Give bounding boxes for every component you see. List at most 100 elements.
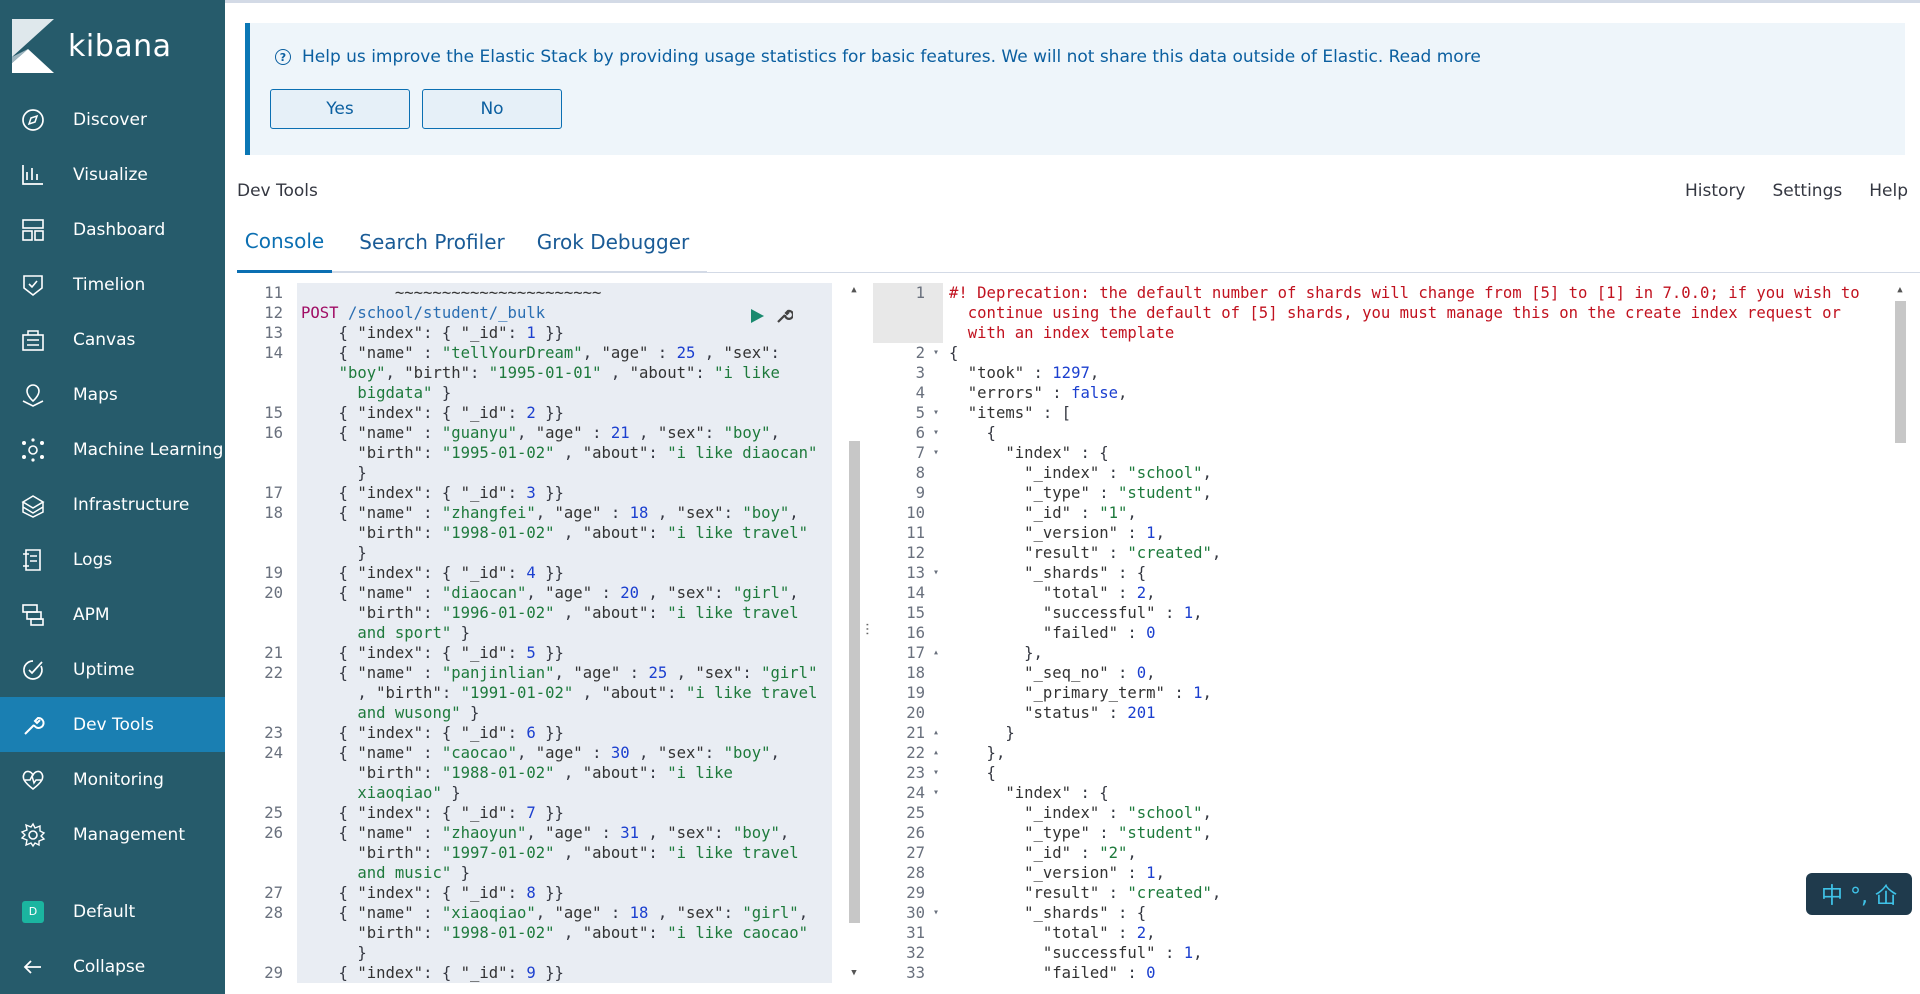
line-number: 19	[264, 564, 283, 582]
main-navigation: Discover Visualize Dashboard Timelion Canvas…	[0, 92, 225, 862]
yes-button[interactable]: Yes	[270, 89, 410, 129]
sidebar-item-apm[interactable]: APM	[0, 587, 225, 642]
scroll-up-icon[interactable]: ▲	[1893, 283, 1907, 297]
line-number: 25	[906, 804, 925, 822]
code-line: "birth": "1998-01-02" , "about": "i like…	[357, 524, 809, 542]
sidebar-item-discover[interactable]: Discover	[0, 92, 225, 147]
response-scroll-thumb[interactable]	[1895, 301, 1906, 443]
gutter-line: 14	[237, 343, 297, 363]
response-editor: 1 2 ▾ 3 4 5 ▾ 6 ▾ 7 ▾ 8 9 10 11 12 13 ▾ 14 15 16 17 ▴ 18 19 20 21 ▴…	[873, 283, 1920, 983]
line-number: 11	[264, 284, 283, 302]
fold-toggle-icon[interactable]: ▾	[933, 563, 939, 583]
kibana-logo[interactable]: kibana	[12, 18, 172, 74]
help-link[interactable]: Help	[1869, 181, 1908, 201]
sidebar-item-dev-tools[interactable]: Dev Tools	[0, 697, 225, 752]
gutter-line	[237, 863, 297, 883]
scroll-up-icon[interactable]: ▲	[847, 283, 861, 297]
gutter-line: 17	[237, 483, 297, 503]
line-number: 3	[915, 364, 925, 382]
line-number: 33	[906, 964, 925, 982]
gutter-line: 17 ▴	[873, 643, 943, 663]
code-line: { "index": { "_id": 7 }}	[301, 804, 564, 822]
code-line: "birth": "1988-01-02" , "about": "i like	[357, 764, 733, 782]
code-line: "successful" : 1,	[1042, 604, 1203, 622]
code-line: #! Deprecation: the default number of sh…	[949, 284, 1860, 302]
fold-toggle-icon[interactable]: ▾	[933, 903, 939, 923]
collapse-button[interactable]: Collapse	[0, 939, 225, 994]
tab-console[interactable]: Console	[237, 211, 332, 273]
history-link[interactable]: History	[1685, 181, 1745, 201]
line-number: 24	[264, 744, 283, 762]
code-line: "took" : 1297,	[967, 364, 1100, 382]
sidebar-item-timelion[interactable]: Timelion	[0, 257, 225, 312]
sidebar-item-dashboard[interactable]: Dashboard	[0, 202, 225, 257]
code-line: { "name" : "tellYourDream", "age" : 25 ,…	[301, 344, 780, 362]
request-code[interactable]: ~~~~~~~~~~~~~~~~~~~~~~ POST /school/stude…	[297, 283, 832, 983]
sidebar-item-canvas[interactable]: Canvas	[0, 312, 225, 367]
tab-grok-debugger[interactable]: Grok Debugger	[529, 211, 697, 273]
gutter-line	[237, 923, 297, 943]
sidebar-item-uptime[interactable]: Uptime	[0, 642, 225, 697]
kibana-app: kibana Discover Visualize Dashboard Timelio…	[0, 0, 1920, 994]
request-scroll-thumb[interactable]	[849, 441, 860, 923]
scroll-down-icon[interactable]: ▼	[847, 966, 861, 980]
settings-link[interactable]: Settings	[1773, 181, 1843, 201]
play-icon[interactable]	[749, 308, 765, 324]
code-line: { "name" : "caocao", "age" : 30 , "sex":…	[301, 744, 780, 762]
gutter-line: 23	[237, 723, 297, 743]
tab-search-profiler[interactable]: Search Profiler	[332, 211, 532, 273]
gutter-line	[237, 603, 297, 623]
gutter-line: 11	[873, 523, 943, 543]
line-number: 12	[906, 544, 925, 562]
code-line: { "index": { "_id": 2 }}	[301, 404, 564, 422]
space-selector[interactable]: D Default	[0, 884, 225, 939]
no-button[interactable]: No	[422, 89, 562, 129]
fold-toggle-icon[interactable]: ▴	[933, 643, 939, 663]
gutter-line: 16	[237, 423, 297, 443]
code-line: { "name" : "guanyu", "age" : 21 , "sex":…	[301, 424, 780, 442]
sidebar-item-label: Canvas	[73, 329, 136, 350]
code-line: "_version" : 1,	[1024, 864, 1165, 882]
sidebar-item-label: Uptime	[73, 659, 135, 680]
fold-toggle-icon[interactable]: ▾	[933, 763, 939, 783]
line-number: 23	[906, 764, 925, 782]
page-title: Dev Tools	[237, 181, 318, 201]
line-number: 13	[264, 324, 283, 342]
gutter-line	[237, 943, 297, 963]
ime-toolbar[interactable]: 中 °, 仚	[1806, 873, 1912, 915]
fold-toggle-icon[interactable]: ▾	[933, 343, 939, 363]
fold-toggle-icon[interactable]: ▴	[933, 743, 939, 763]
sidebar-item-visualize[interactable]: Visualize	[0, 147, 225, 202]
fold-toggle-icon[interactable]: ▾	[933, 403, 939, 423]
sidebar-item-logs[interactable]: Logs	[0, 532, 225, 587]
code-line: "_type" : "student",	[1024, 484, 1212, 502]
wrench-icon	[20, 712, 46, 738]
code-line: "_seq_no" : 0,	[1024, 664, 1156, 682]
sidebar-item-label: Timelion	[73, 274, 146, 295]
wrench-icon[interactable]	[775, 307, 793, 325]
code-line: "result" : "created",	[1024, 544, 1222, 562]
code-line: { "name" : "zhangfei", "age" : 18 , "sex…	[301, 504, 799, 522]
gutter-line: 14	[873, 583, 943, 603]
fold-toggle-icon[interactable]: ▾	[933, 423, 939, 443]
sidebar-item-maps[interactable]: Maps	[0, 367, 225, 422]
code-line: "items" : [	[967, 404, 1072, 422]
code-line: {	[949, 424, 996, 442]
request-editor[interactable]: 11 12 13 14 15 16 17 18 19 20 21 22 23 24 25 26 27 28 29 ~…	[237, 283, 861, 983]
logo-text: kibana	[68, 28, 172, 64]
code-line: { "name" : "zhaoyun", "age" : 31 , "sex"…	[301, 824, 790, 842]
gutter-line: 12	[873, 543, 943, 563]
gutter-line	[237, 523, 297, 543]
fold-toggle-icon[interactable]: ▾	[933, 783, 939, 803]
code-line: "_id" : "2",	[1024, 844, 1137, 862]
code-line: "status" : 201	[1024, 704, 1156, 722]
sidebar-item-machine-learning[interactable]: Machine Learning	[0, 422, 225, 477]
ime-label: 中 °, 仚	[1821, 884, 1897, 909]
sidebar-item-infrastructure[interactable]: Infrastructure	[0, 477, 225, 532]
sidebar-item-monitoring[interactable]: Monitoring	[0, 752, 225, 807]
sidebar-item-management[interactable]: Management	[0, 807, 225, 862]
gutter-line: 19	[873, 683, 943, 703]
gutter-line: 3	[873, 363, 943, 383]
fold-toggle-icon[interactable]: ▴	[933, 723, 939, 743]
fold-toggle-icon[interactable]: ▾	[933, 443, 939, 463]
